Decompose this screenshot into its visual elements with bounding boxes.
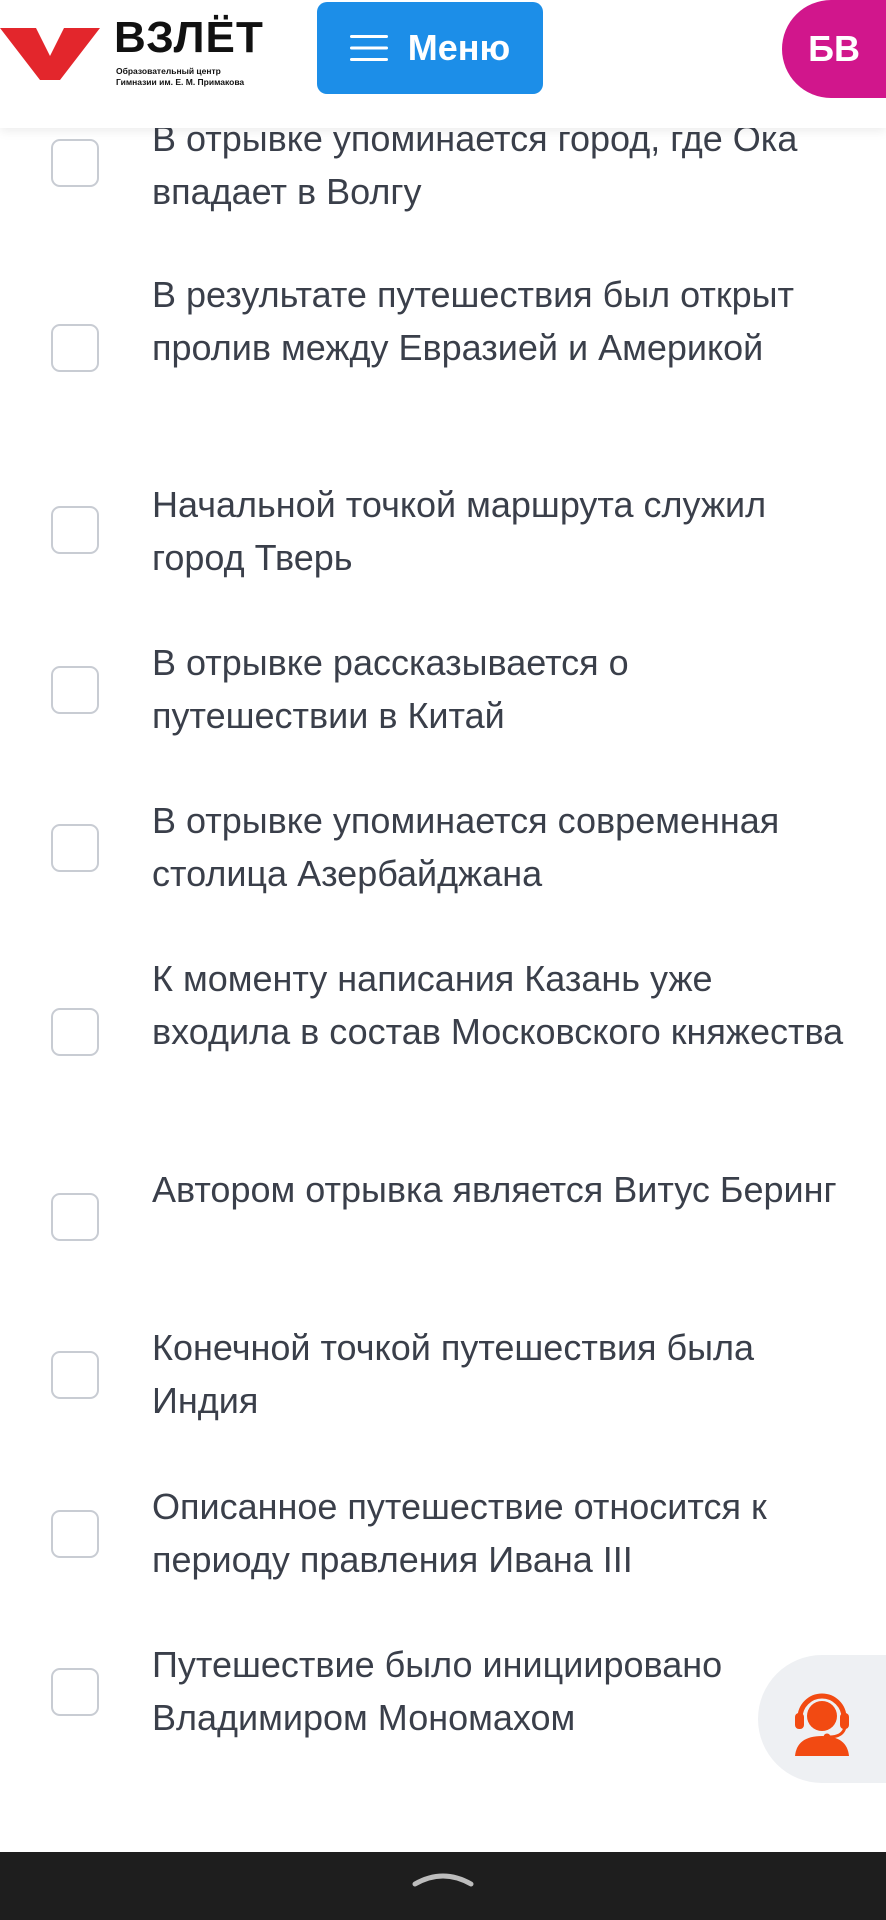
logo-mark-icon: [0, 28, 100, 80]
chevron-up-icon[interactable]: [411, 1866, 475, 1890]
option-checkbox[interactable]: [51, 1351, 99, 1399]
option-text: В отрывке рассказывается о путешествии в…: [152, 642, 629, 736]
option-text: Конечной точкой путешествия была Индия: [152, 1327, 755, 1421]
option-checkbox[interactable]: [51, 324, 99, 372]
logo-title: ВЗЛЁТ: [114, 13, 264, 62]
option-text: Автором отрывка является Витус Беринг: [152, 1169, 837, 1210]
logo[interactable]: ВЗЛЁТ Образовательный центр Гимназии им.…: [0, 14, 263, 87]
top-header: ВЗЛЁТ Образовательный центр Гимназии им.…: [0, 0, 886, 128]
option-checkbox[interactable]: [51, 1193, 99, 1241]
menu-label: Меню: [407, 27, 511, 68]
option-text: В отрывке упоминается современная столиц…: [152, 800, 780, 894]
option-checkbox[interactable]: [51, 1008, 99, 1056]
logo-subtitle-line: Образовательный центр: [116, 66, 221, 76]
option-text: Описанное путешествие относится к период…: [152, 1486, 767, 1580]
option-text: В результате путешествия был открыт прол…: [152, 274, 795, 368]
option-text: К моменту написания Казань уже входила в…: [152, 958, 844, 1052]
support-agent-icon: [795, 1693, 849, 1756]
option-text: Путешествие было инициировано Владимиром…: [152, 1644, 723, 1738]
option-checkbox[interactable]: [51, 139, 99, 187]
option-checkbox[interactable]: [51, 666, 99, 714]
menu-button[interactable]: Меню: [317, 2, 543, 94]
option-checkbox[interactable]: [51, 1510, 99, 1558]
option-text: Начальной точкой маршрута служил город Т…: [152, 484, 767, 578]
hamburger-icon: [349, 35, 388, 61]
logo-subtitle: Образовательный центр Гимназии им. Е. М.…: [116, 66, 244, 88]
option-checkbox[interactable]: [51, 506, 99, 554]
system-nav-bar: [0, 1852, 886, 1920]
user-avatar[interactable]: БВ: [782, 0, 886, 98]
logo-subtitle-line: Гимназии им. Е. М. Примакова: [116, 77, 245, 87]
option-checkbox[interactable]: [51, 1668, 99, 1716]
support-button[interactable]: [758, 1655, 886, 1783]
option-checkbox[interactable]: [51, 824, 99, 872]
